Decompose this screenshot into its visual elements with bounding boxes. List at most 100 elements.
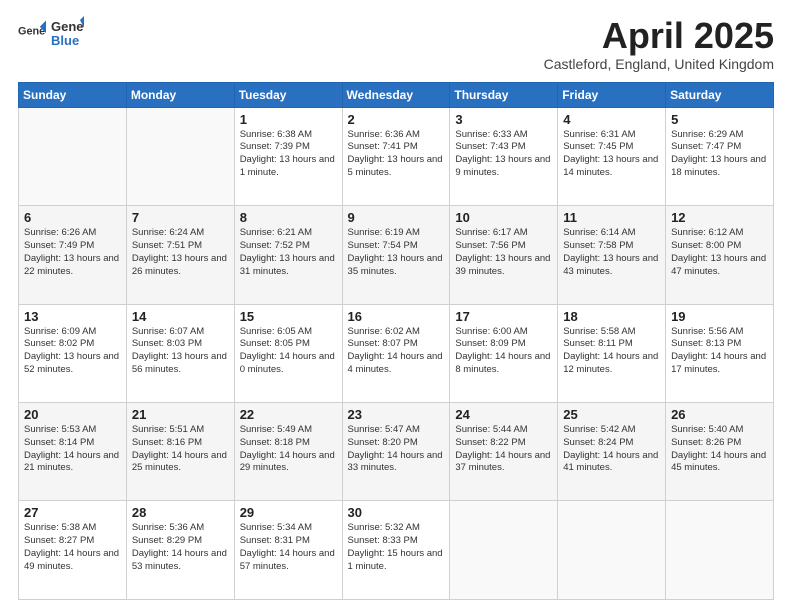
cell-day-number: 30 <box>348 505 445 520</box>
header: General General Blue April 2025 Castlefo… <box>18 16 774 72</box>
week-row-1: 1Sunrise: 6:38 AM Sunset: 7:39 PM Daylig… <box>19 107 774 205</box>
cell-info: Sunrise: 6:29 AM Sunset: 7:47 PM Dayligh… <box>671 129 768 180</box>
cell-info: Sunrise: 5:42 AM Sunset: 8:24 PM Dayligh… <box>563 424 660 475</box>
header-sunday: Sunday <box>19 82 127 107</box>
cell-day-number: 12 <box>671 210 768 225</box>
cell-info: Sunrise: 5:49 AM Sunset: 8:18 PM Dayligh… <box>240 424 337 475</box>
cell-day-number: 21 <box>132 407 229 422</box>
calendar-cell: 1Sunrise: 6:38 AM Sunset: 7:39 PM Daylig… <box>234 107 342 205</box>
calendar-cell: 3 Sunrise: 6:33 AM Sunset: 7:43 PM Daylig… <box>450 107 558 205</box>
cell-info: Sunrise: 5:34 AM Sunset: 8:31 PM Dayligh… <box>240 522 337 573</box>
calendar-cell: 4 Sunrise: 6:31 AM Sunset: 7:45 PM Daylig… <box>558 107 666 205</box>
cell-day-number: 9 <box>348 210 445 225</box>
calendar-cell: 15 Sunrise: 6:05 AM Sunset: 8:05 PM Dayli… <box>234 304 342 402</box>
cell-day-number: 18 <box>563 309 660 324</box>
calendar-cell <box>558 501 666 600</box>
week-row-2: 6 Sunrise: 6:26 AM Sunset: 7:49 PM Daylig… <box>19 206 774 304</box>
cell-info: Sunrise: 5:58 AM Sunset: 8:11 PM Dayligh… <box>563 326 660 377</box>
cell-day-number: 13 <box>24 309 121 324</box>
calendar-cell: 12 Sunrise: 6:12 AM Sunset: 8:00 PM Dayli… <box>666 206 774 304</box>
cell-info: Sunrise: 6:21 AM Sunset: 7:52 PM Dayligh… <box>240 227 337 278</box>
cell-info: Sunrise: 6:31 AM Sunset: 7:45 PM Dayligh… <box>563 129 660 180</box>
cell-day-number: 16 <box>348 309 445 324</box>
cell-info: Sunrise: 6:07 AM Sunset: 8:03 PM Dayligh… <box>132 326 229 377</box>
cell-day-number: 11 <box>563 210 660 225</box>
month-title: April 2025 <box>544 16 774 56</box>
cell-day-number: 10 <box>455 210 552 225</box>
logo-icon: General <box>18 19 46 47</box>
calendar-cell: 20 Sunrise: 5:53 AM Sunset: 8:14 PM Dayli… <box>19 403 127 501</box>
cell-day-number: 5 <box>671 112 768 127</box>
calendar-cell: 14Sunrise: 6:07 AM Sunset: 8:03 PM Dayli… <box>126 304 234 402</box>
cell-info: Sunrise: 6:26 AM Sunset: 7:49 PM Dayligh… <box>24 227 121 278</box>
calendar-cell <box>19 107 127 205</box>
week-row-4: 20 Sunrise: 5:53 AM Sunset: 8:14 PM Dayli… <box>19 403 774 501</box>
calendar-cell: 2 Sunrise: 6:36 AM Sunset: 7:41 PM Daylig… <box>342 107 450 205</box>
cell-info: Sunrise: 6:02 AM Sunset: 8:07 PM Dayligh… <box>348 326 445 377</box>
calendar-cell: 23 Sunrise: 5:47 AM Sunset: 8:20 PM Dayli… <box>342 403 450 501</box>
cell-info: Sunrise: 6:17 AM Sunset: 7:56 PM Dayligh… <box>455 227 552 278</box>
header-thursday: Thursday <box>450 82 558 107</box>
location: Castleford, England, United Kingdom <box>544 56 774 72</box>
cell-info: Sunrise: 6:00 AM Sunset: 8:09 PM Dayligh… <box>455 326 552 377</box>
cell-day-number: 26 <box>671 407 768 422</box>
calendar-cell: 28 Sunrise: 5:36 AM Sunset: 8:29 PM Dayli… <box>126 501 234 600</box>
cell-info: Sunrise: 6:12 AM Sunset: 8:00 PM Dayligh… <box>671 227 768 278</box>
week-row-3: 13Sunrise: 6:09 AM Sunset: 8:02 PM Dayli… <box>19 304 774 402</box>
calendar-cell <box>126 107 234 205</box>
cell-day-number: 2 <box>348 112 445 127</box>
cell-info: Sunrise: 5:38 AM Sunset: 8:27 PM Dayligh… <box>24 522 121 573</box>
cell-info: Sunrise: 6:05 AM Sunset: 8:05 PM Dayligh… <box>240 326 337 377</box>
cell-day-number: 4 <box>563 112 660 127</box>
cell-day-number: 3 <box>455 112 552 127</box>
cell-day-number: 6 <box>24 210 121 225</box>
cell-info: Sunrise: 6:19 AM Sunset: 7:54 PM Dayligh… <box>348 227 445 278</box>
header-tuesday: Tuesday <box>234 82 342 107</box>
calendar-cell: 10 Sunrise: 6:17 AM Sunset: 7:56 PM Dayli… <box>450 206 558 304</box>
week-row-5: 27Sunrise: 5:38 AM Sunset: 8:27 PM Dayli… <box>19 501 774 600</box>
cell-info: Sunrise: 6:38 AM Sunset: 7:39 PM Dayligh… <box>240 129 337 180</box>
calendar-cell: 6 Sunrise: 6:26 AM Sunset: 7:49 PM Daylig… <box>19 206 127 304</box>
header-monday: Monday <box>126 82 234 107</box>
calendar-cell: 9 Sunrise: 6:19 AM Sunset: 7:54 PM Daylig… <box>342 206 450 304</box>
svg-text:Blue: Blue <box>51 33 79 48</box>
calendar-cell: 11 Sunrise: 6:14 AM Sunset: 7:58 PM Dayli… <box>558 206 666 304</box>
cell-info: Sunrise: 6:14 AM Sunset: 7:58 PM Dayligh… <box>563 227 660 278</box>
cell-day-number: 8 <box>240 210 337 225</box>
calendar-cell: 16 Sunrise: 6:02 AM Sunset: 8:07 PM Dayli… <box>342 304 450 402</box>
calendar-cell: 5 Sunrise: 6:29 AM Sunset: 7:47 PM Daylig… <box>666 107 774 205</box>
cell-day-number: 24 <box>455 407 552 422</box>
calendar-cell: 22Sunrise: 5:49 AM Sunset: 8:18 PM Dayli… <box>234 403 342 501</box>
cell-info: Sunrise: 6:33 AM Sunset: 7:43 PM Dayligh… <box>455 129 552 180</box>
cell-day-number: 23 <box>348 407 445 422</box>
cell-info: Sunrise: 5:47 AM Sunset: 8:20 PM Dayligh… <box>348 424 445 475</box>
logo-graphic: General Blue <box>50 16 84 50</box>
calendar-cell: 7 Sunrise: 6:24 AM Sunset: 7:51 PM Daylig… <box>126 206 234 304</box>
cell-info: Sunrise: 6:36 AM Sunset: 7:41 PM Dayligh… <box>348 129 445 180</box>
cell-info: Sunrise: 5:36 AM Sunset: 8:29 PM Dayligh… <box>132 522 229 573</box>
cell-day-number: 28 <box>132 505 229 520</box>
logo: General General Blue <box>18 16 84 50</box>
calendar-cell: 27Sunrise: 5:38 AM Sunset: 8:27 PM Dayli… <box>19 501 127 600</box>
cell-day-number: 20 <box>24 407 121 422</box>
calendar-cell: 19Sunrise: 5:56 AM Sunset: 8:13 PM Dayli… <box>666 304 774 402</box>
cell-day-number: 15 <box>240 309 337 324</box>
calendar-cell: 8 Sunrise: 6:21 AM Sunset: 7:52 PM Daylig… <box>234 206 342 304</box>
cell-info: Sunrise: 5:56 AM Sunset: 8:13 PM Dayligh… <box>671 326 768 377</box>
calendar-cell: 30 Sunrise: 5:32 AM Sunset: 8:33 PM Dayli… <box>342 501 450 600</box>
calendar-cell: 18 Sunrise: 5:58 AM Sunset: 8:11 PM Dayli… <box>558 304 666 402</box>
cell-day-number: 17 <box>455 309 552 324</box>
calendar-cell: 29Sunrise: 5:34 AM Sunset: 8:31 PM Dayli… <box>234 501 342 600</box>
cell-info: Sunrise: 5:44 AM Sunset: 8:22 PM Dayligh… <box>455 424 552 475</box>
header-friday: Friday <box>558 82 666 107</box>
header-saturday: Saturday <box>666 82 774 107</box>
title-block: April 2025 Castleford, England, United K… <box>544 16 774 72</box>
cell-info: Sunrise: 5:53 AM Sunset: 8:14 PM Dayligh… <box>24 424 121 475</box>
cell-day-number: 25 <box>563 407 660 422</box>
cell-day-number: 7 <box>132 210 229 225</box>
cell-info: Sunrise: 6:24 AM Sunset: 7:51 PM Dayligh… <box>132 227 229 278</box>
calendar-cell: 17 Sunrise: 6:00 AM Sunset: 8:09 PM Dayli… <box>450 304 558 402</box>
calendar-cell: 26Sunrise: 5:40 AM Sunset: 8:26 PM Dayli… <box>666 403 774 501</box>
cell-info: Sunrise: 5:51 AM Sunset: 8:16 PM Dayligh… <box>132 424 229 475</box>
cell-info: Sunrise: 5:32 AM Sunset: 8:33 PM Dayligh… <box>348 522 445 573</box>
